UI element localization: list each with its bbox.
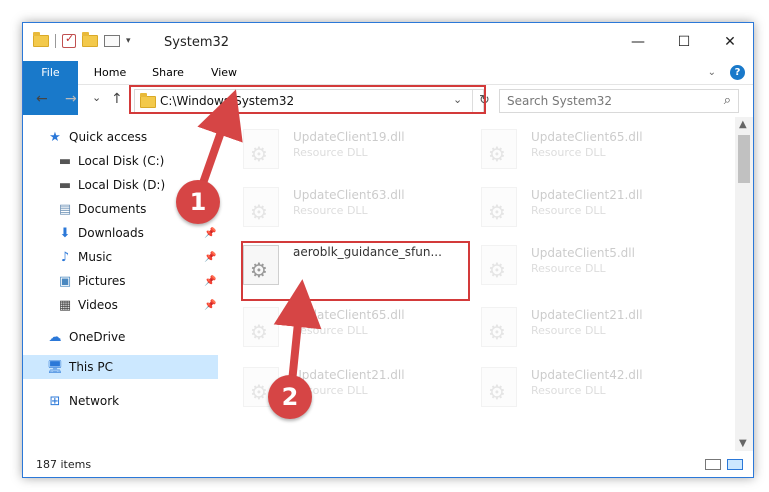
arrow-1 xyxy=(197,89,243,188)
step-badge-1: 1 xyxy=(176,180,220,224)
annotation-arrows xyxy=(197,89,322,383)
step-badge-2: 2 xyxy=(268,375,312,419)
arrow-2 xyxy=(273,279,322,383)
